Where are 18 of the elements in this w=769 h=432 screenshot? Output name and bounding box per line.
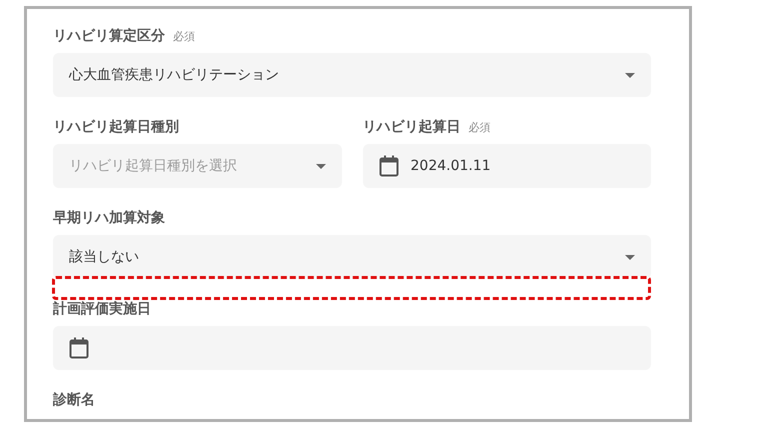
date-field[interactable]: 2024.01.11 <box>362 144 651 188</box>
caret-icon <box>316 164 326 168</box>
calendar-icon <box>378 155 398 177</box>
field-label: 診断名 <box>53 391 95 409</box>
calendar-icon <box>69 337 89 359</box>
required-tag: 必須 <box>468 120 490 134</box>
caret-icon <box>625 72 635 78</box>
field-label: 計画評価実施日 <box>53 300 151 318</box>
required-tag: 必須 <box>173 28 195 44</box>
field-label: リハビリ算定区分 <box>53 27 165 45</box>
date-field[interactable] <box>53 326 651 370</box>
date-value: 2024.01.11 <box>410 158 491 174</box>
caret-icon <box>625 254 635 260</box>
select-field[interactable]: 該当しない <box>53 235 651 279</box>
select-field[interactable]: 心大血管疾患リハビリテーション <box>53 53 651 97</box>
field-label: 早期リハ加算対象 <box>53 209 165 227</box>
field-label: リハビリ起算日種別 <box>53 118 179 136</box>
field-label: リハビリ起算日 <box>362 118 460 136</box>
